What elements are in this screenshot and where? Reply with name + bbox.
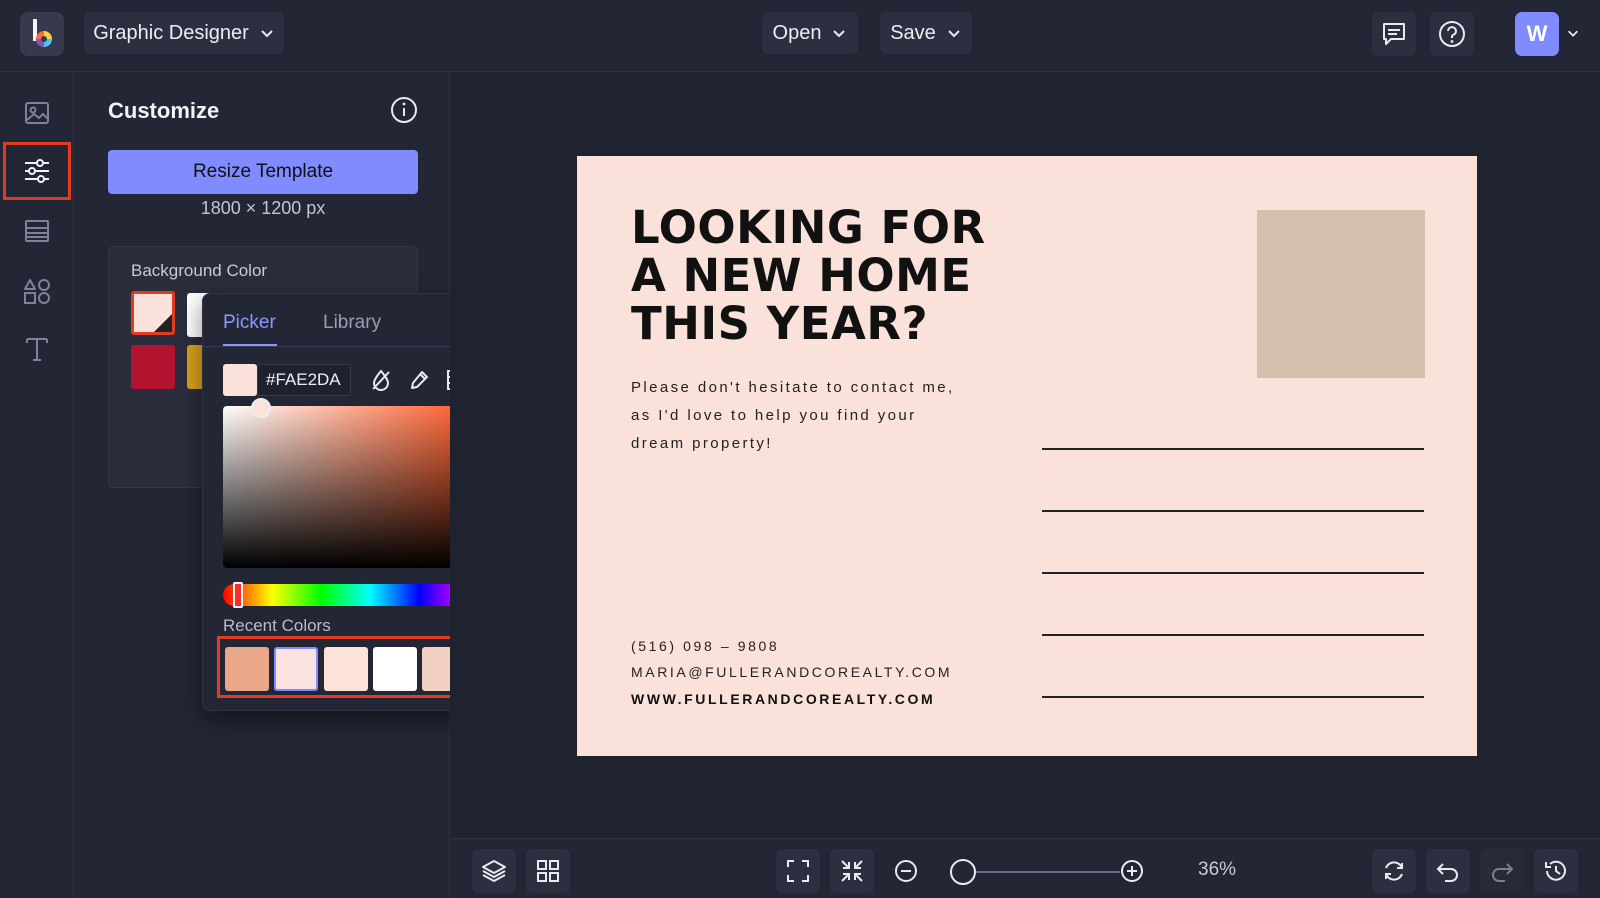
chevron-down-icon [261, 30, 273, 38]
help-icon [1439, 21, 1465, 47]
postcard-headline[interactable]: LOOKING FOR A NEW HOME THIS YEAR? [631, 204, 1051, 348]
hue-slider-handle[interactable] [233, 582, 243, 608]
swatch-red[interactable] [131, 345, 175, 389]
swatch-selected[interactable] [131, 291, 175, 335]
undo-icon [1436, 863, 1458, 882]
recent-color-swatch[interactable] [274, 647, 318, 691]
recent-color-swatch[interactable] [324, 647, 368, 691]
app-logo[interactable] [20, 12, 64, 56]
resize-template-button[interactable]: Resize Template [108, 150, 418, 194]
contact-website[interactable]: WWW.FULLERANDCOREALTY.COM [631, 691, 935, 707]
user-avatar[interactable]: W [1515, 12, 1559, 56]
design-canvas: LOOKING FOR A NEW HOME THIS YEAR? Please… [450, 72, 1600, 838]
info-icon[interactable] [390, 96, 418, 124]
workspace-dropdown[interactable]: Graphic Designer [84, 12, 284, 54]
text-icon [26, 338, 48, 361]
save-dropdown[interactable]: Save [880, 12, 972, 54]
current-color-swatch [223, 364, 257, 396]
chevron-down-icon [948, 30, 960, 38]
hex-input[interactable] [257, 364, 351, 396]
redo-button[interactable] [1480, 849, 1524, 893]
redo-icon [1492, 863, 1514, 882]
workspace-label: Graphic Designer [93, 21, 249, 44]
history-button[interactable] [1534, 849, 1578, 893]
address-line [1042, 696, 1424, 698]
address-line [1042, 572, 1424, 574]
saturation-brightness-handle[interactable] [251, 398, 271, 418]
contact-phone[interactable]: (516) 098 – 9808 [631, 638, 779, 654]
layers-icon [482, 860, 506, 882]
history-icon [1545, 860, 1566, 881]
selected-corner-icon [154, 314, 172, 332]
zoom-percentage: 36% [1198, 859, 1237, 880]
sliders-icon [25, 159, 49, 183]
expand-icon [787, 860, 809, 882]
left-tool-rail [0, 72, 74, 898]
postcard-design[interactable]: LOOKING FOR A NEW HOME THIS YEAR? Please… [577, 156, 1477, 756]
photo-placeholder[interactable] [1257, 210, 1425, 378]
zoom-in-button[interactable] [1110, 849, 1154, 893]
shapes-icon [24, 279, 50, 304]
undo-button[interactable] [1426, 849, 1470, 893]
no-fill-icon [372, 369, 390, 391]
tab-library[interactable]: Library [323, 312, 381, 334]
canvas-dimensions: 1800 × 1200 px [200, 198, 326, 218]
chat-icon [1383, 23, 1405, 45]
open-label: Open [772, 21, 822, 44]
address-line [1042, 634, 1424, 636]
contact-email[interactable]: MARIA@FULLERANDCOREALTY.COM [631, 664, 952, 680]
address-line [1042, 510, 1424, 512]
zoom-in-icon [1121, 860, 1143, 882]
fit-to-screen-button[interactable] [776, 849, 820, 893]
shrink-button[interactable] [830, 849, 874, 893]
compress-icon [841, 860, 863, 882]
refresh-button[interactable] [1372, 849, 1416, 893]
no-color-button[interactable] [363, 362, 399, 398]
rail-customize[interactable] [3, 142, 71, 200]
rail-text[interactable] [12, 324, 62, 374]
address-line [1042, 448, 1424, 450]
open-dropdown[interactable]: Open [762, 12, 858, 54]
rail-graphics[interactable] [12, 266, 62, 316]
recent-color-swatch[interactable] [225, 647, 269, 691]
top-bar: Graphic Designer Open Save W [0, 0, 1600, 72]
grid-view-button[interactable] [526, 849, 570, 893]
zoom-out-button[interactable] [884, 849, 928, 893]
bottom-toolbar: 36% [450, 838, 1600, 898]
panel-title: Customize [108, 98, 220, 123]
grid-view-icon [537, 860, 559, 882]
account-chevron-down-icon[interactable] [1566, 26, 1580, 40]
zoom-slider-handle[interactable] [950, 859, 976, 885]
zoom-slider-track[interactable] [970, 871, 1120, 873]
rail-layout[interactable] [12, 206, 62, 256]
layers-button[interactable] [472, 849, 516, 893]
help-button[interactable] [1430, 12, 1474, 56]
rail-images[interactable] [12, 88, 62, 138]
eyedropper-button[interactable] [401, 362, 437, 398]
tab-picker[interactable]: Picker [223, 312, 276, 334]
image-icon [25, 102, 49, 124]
comments-button[interactable] [1372, 12, 1416, 56]
chevron-down-icon [833, 30, 846, 38]
recent-color-swatch[interactable] [373, 647, 417, 691]
logo-icon [33, 19, 52, 47]
postcard-body-text[interactable]: Please don't hesitate to contact me, as … [631, 374, 971, 458]
refresh-icon [1385, 861, 1403, 881]
recent-colors-label: Recent Colors [223, 616, 331, 635]
save-label: Save [890, 21, 936, 44]
layout-icon [25, 220, 49, 242]
background-color-label: Background Color [131, 261, 268, 280]
zoom-out-icon [895, 860, 917, 882]
eyedropper-icon [411, 371, 428, 389]
